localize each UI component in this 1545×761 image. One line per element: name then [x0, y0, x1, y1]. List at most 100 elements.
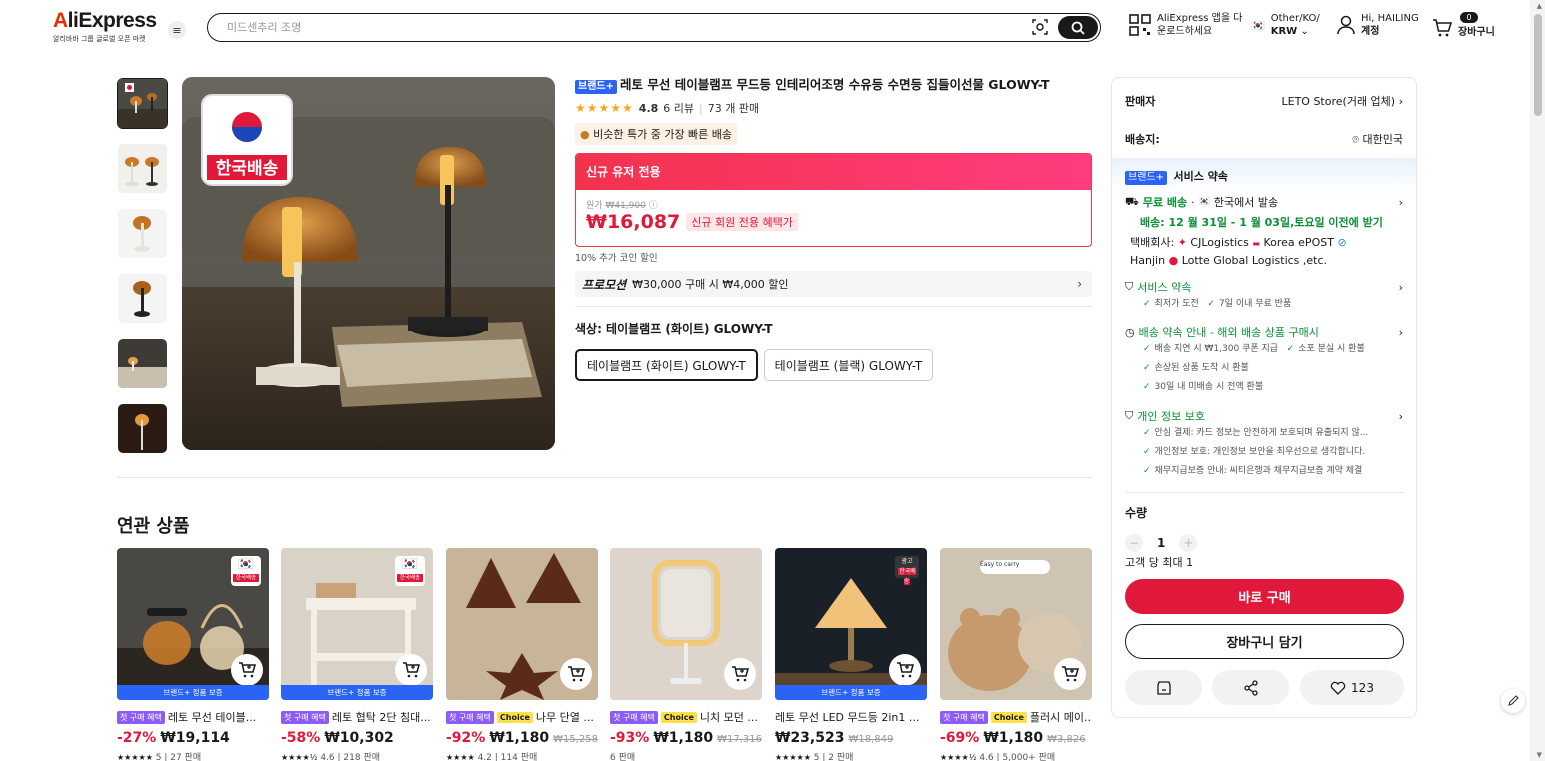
divider — [117, 477, 1092, 478]
service-item: 개인정보 보호: 개인정보 보안을 최우선으로 생각합니다. — [1154, 447, 1366, 457]
add-to-cart-icon[interactable] — [560, 658, 592, 690]
original-price: 원가 ₩41,900 ⓘ — [586, 201, 658, 211]
location-pin-icon: ⌾ — [1352, 133, 1360, 146]
thumbnail-6[interactable] — [117, 403, 168, 454]
product-image[interactable]: 🇰🇷 한국배송 브랜드+ 정품 보증 — [117, 548, 269, 700]
korea-shipping-badge: 🇰🇷 한국배송 — [231, 556, 261, 586]
thumbnail-3[interactable] — [117, 208, 168, 259]
star-rating-icon: ★★★★ — [446, 753, 475, 761]
aliexpress-logo[interactable]: AliExpress 알리바바 그룹 글로벌 오픈 마켓 — [53, 10, 157, 44]
account-label: 계정 — [1361, 26, 1380, 37]
product-name[interactable]: 첫 구매 혜택 Choice 나무 단열 ... — [446, 709, 598, 725]
service-item: 안심 결제: 카드 정보는 안전하게 보호되며 유출되지 않... — [1154, 428, 1369, 438]
related-product-card[interactable]: 광고 한국배송 브랜드+ 정품 보증 레토 무선 LED 무드등 2in1 ... ₩2… — [775, 548, 927, 761]
product-image[interactable]: 광고 한국배송 브랜드+ 정품 보증 — [775, 548, 927, 700]
wishlist-button[interactable]: 123 — [1300, 670, 1404, 705]
product-image[interactable] — [610, 548, 762, 700]
related-product-card[interactable]: Easy to carry 첫 구매 혜택 Choice 플러시 메이... -69% ₩… — [940, 548, 1092, 761]
wishlist-count: 123 — [1351, 680, 1374, 695]
add-to-cart-icon[interactable] — [395, 654, 427, 686]
qr-code-icon — [1129, 14, 1151, 36]
add-to-cart-icon[interactable] — [1054, 658, 1086, 690]
info-icon[interactable]: ⓘ — [649, 201, 658, 211]
easy-carry-label: Easy to carry — [980, 561, 1020, 568]
product-image[interactable]: Easy to carry — [940, 548, 1092, 700]
store-button[interactable] — [1125, 670, 1202, 705]
service-promise-section[interactable]: ⛉ 서비스 약속 › ✓ 최저가 도전 ✓ 7일 이내 무료 반품 — [1125, 279, 1403, 314]
related-product-card[interactable]: 첫 구매 혜택 Choice 나무 단열 ... -92% ₩1,180 ₩15,258 ★… — [446, 548, 598, 761]
product-name[interactable]: 첫 구매 혜택 레토 협탁 2단 침대... — [281, 709, 433, 725]
quantity-decrease-button[interactable]: − — [1125, 534, 1143, 552]
product-name[interactable]: 첫 구매 혜택 Choice 니치 모던 ... — [610, 709, 762, 725]
scroll-thumb[interactable] — [1534, 14, 1542, 116]
scroll-up-arrow[interactable]: ▲ — [1537, 2, 1542, 10]
search-icon — [1071, 21, 1085, 35]
app-download[interactable]: AliExpress 앱을 다운로드하세요 — [1129, 12, 1242, 38]
color-option-white[interactable]: 테이블램프 (화이트) GLOWY-T — [575, 349, 758, 381]
promotion-text: ₩30,000 구매 시 ₩4,000 할인 — [632, 278, 789, 291]
brand-plus-tag: 브랜드+ — [575, 80, 617, 94]
cart-icon — [1433, 18, 1452, 36]
add-to-cart-icon[interactable] — [889, 654, 921, 686]
thumbnail-4[interactable] — [117, 273, 168, 324]
original-price: ₩15,258 — [553, 734, 598, 745]
review-count[interactable]: 6 리뷰 — [663, 100, 694, 116]
seller-row[interactable]: 판매자 LETO Store(거래 업체) › — [1125, 93, 1403, 109]
account-menu[interactable]: Hi, HAILING 계정 — [1337, 12, 1419, 38]
delivery-promise-section[interactable]: ◷ 배송 약속 안내 - 해외 배송 상품 구매시 › ✓ 배송 지연 시 ₩1,3… — [1125, 324, 1403, 397]
scroll-down-arrow[interactable]: ▼ — [1537, 751, 1542, 759]
search-input[interactable] — [227, 19, 1007, 35]
price-row: -58% ₩10,302 — [281, 730, 433, 746]
coin-discount-note: 10% 추가 코인 할인 — [575, 253, 658, 264]
thumbnail-5[interactable] — [117, 338, 168, 389]
product-name[interactable]: 첫 구매 혜택 레토 무선 테이블... — [117, 709, 269, 725]
top-header: AliExpress 알리바바 그룹 글로벌 오픈 마켓 ≡ AliExpres… — [0, 0, 1530, 56]
quantity-increase-button[interactable]: + — [1179, 534, 1198, 552]
promotion-row[interactable]: 프로모션 ₩30,000 구매 시 ₩4,000 할인 › — [575, 271, 1092, 297]
heart-icon — [1330, 681, 1346, 695]
add-to-cart-icon[interactable] — [724, 658, 756, 690]
color-option-black[interactable]: 테이블램프 (블랙) GLOWY-T — [763, 349, 934, 381]
courier-1: CJLogistics — [1190, 236, 1249, 249]
page-scrollbar[interactable]: ▲ ▼ — [1530, 0, 1545, 761]
app-line2: 운로드하세요 — [1157, 26, 1213, 37]
chevron-right-icon: › — [1398, 326, 1403, 339]
related-product-card[interactable]: 첫 구매 혜택 Choice 니치 모던 ... -93% ₩1,180 ₩17,316 6… — [610, 548, 762, 761]
seller-label: 판매자 — [1125, 95, 1156, 108]
privacy-title: 개인 정보 보호 — [1137, 410, 1205, 423]
thumbnail-1[interactable] — [117, 78, 168, 129]
rating-row[interactable]: ★★★★★ 4.8 6 리뷰 | 73 개 판매 — [575, 100, 1092, 116]
main-product-image[interactable]: 한국배송 — [182, 77, 555, 450]
share-button[interactable] — [1212, 670, 1289, 705]
brand-plus-tag: 브랜드+ — [1125, 171, 1167, 185]
related-product-card[interactable]: 🇰🇷 한국배송 브랜드+ 정품 보증 첫 구매 혜택 레토 무선 테이블... -27% ₩… — [117, 548, 269, 761]
image-search-icon[interactable] — [1031, 18, 1049, 36]
choice-tag: Choice — [660, 711, 697, 723]
product-name[interactable]: 레토 무선 LED 무드등 2in1 ... — [775, 709, 927, 725]
currency-label: KRW — [1270, 26, 1298, 37]
shipping-section[interactable]: ⛟ 무료 배송 · 🇰🇷 한국에서 발송 › 배송: 12 월 31일 - 1 … — [1125, 194, 1403, 269]
korea-flag-icon: 🇰🇷 — [1251, 18, 1265, 32]
related-product-card[interactable]: 🇰🇷 한국배송 브랜드+ 정품 보증첫 구매 혜택 레토 협탁 2단 침대... -58… — [281, 548, 433, 761]
add-to-cart-button[interactable]: 장바구니 담기 — [1125, 624, 1404, 659]
product-image[interactable]: 🇰🇷 한국배송 브랜드+ 정품 보증 — [281, 548, 433, 700]
search-button[interactable] — [1058, 16, 1098, 39]
product-name[interactable]: 첫 구매 혜택 Choice 플러시 메이... — [940, 709, 1092, 725]
thumbnail-2[interactable] — [117, 143, 168, 194]
quantity-value[interactable]: 1 — [1157, 536, 1165, 550]
seller-name[interactable]: LETO Store(거래 업체) — [1282, 95, 1396, 108]
buy-now-button[interactable]: 바로 구매 — [1125, 579, 1404, 614]
add-to-cart-icon[interactable] — [231, 654, 263, 686]
menu-icon[interactable]: ≡ — [168, 21, 186, 39]
edit-icon[interactable] — [1501, 689, 1525, 713]
app-line1: AliExpress 앱을 다 — [1157, 13, 1243, 24]
ship-to-value[interactable]: 대한민국 — [1363, 133, 1403, 146]
service-item: 최저가 도전 — [1154, 299, 1199, 309]
ship-to-row[interactable]: 배송지: ⌾ 대한민국 — [1125, 131, 1403, 147]
region-selector[interactable]: 🇰🇷 Other/KO/KRW ⌄ — [1251, 12, 1320, 38]
privacy-section[interactable]: ⛉ 개인 정보 보호 › ✓ 안심 결제: 카드 정보는 안전하게 보호되며 유출되… — [1125, 408, 1403, 481]
chevron-right-icon: › — [1398, 95, 1403, 108]
region-line1: Other/KO/ — [1270, 13, 1320, 24]
privacy-shield-icon: ⛉ — [1125, 409, 1134, 422]
product-image[interactable] — [446, 548, 598, 700]
